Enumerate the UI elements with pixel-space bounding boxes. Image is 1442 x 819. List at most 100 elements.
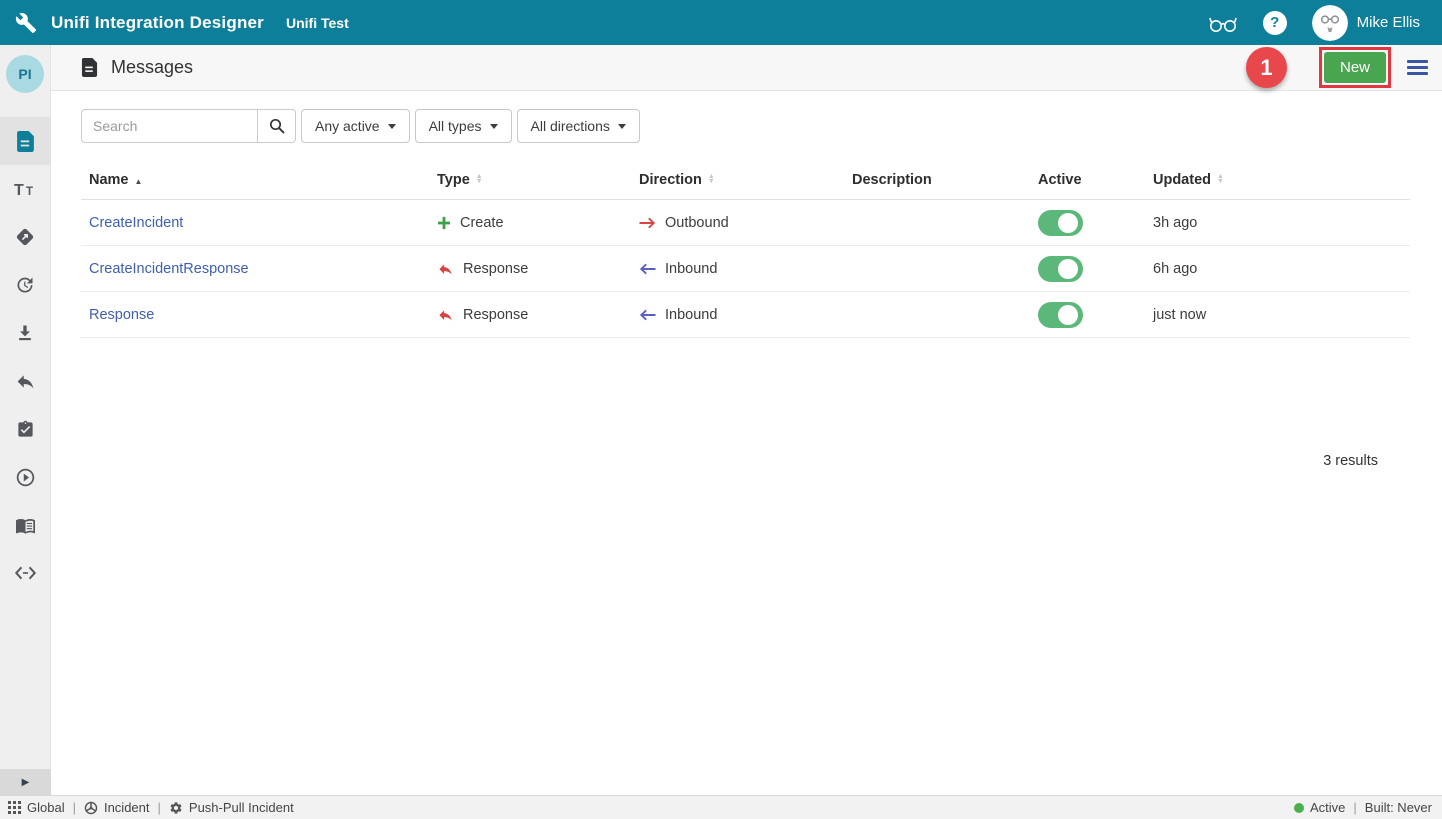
sidebar-item-tasks[interactable] (0, 405, 51, 453)
column-header-type[interactable]: Type (437, 172, 639, 188)
table-row: Response Response Inbound just now (81, 292, 1410, 338)
gear-icon (169, 801, 183, 815)
svg-text:T: T (14, 182, 24, 199)
filter-bar: Any active All types All directions (81, 109, 1442, 143)
search-button[interactable] (257, 109, 296, 143)
sidebar-collapse-button[interactable] (0, 769, 51, 795)
sidebar-item-history[interactable] (0, 261, 51, 309)
messages-table: Name Type Direction Description Active (81, 160, 1410, 469)
active-status-dot (1294, 803, 1304, 813)
sidebar-item-scripts[interactable] (0, 549, 51, 597)
message-name-link[interactable]: Response (89, 307, 154, 323)
scope-item[interactable]: Global (8, 800, 65, 815)
wheel-icon (84, 801, 98, 815)
play-circle-icon (15, 467, 36, 488)
download-icon (15, 323, 35, 343)
user-avatar[interactable] (1312, 5, 1348, 41)
separator (73, 800, 76, 815)
reply-icon (437, 261, 454, 276)
menu-icon[interactable] (1407, 58, 1428, 77)
sidebar: PI TT (0, 45, 51, 795)
page-title: Messages (111, 57, 193, 78)
annotation-step-badge: 1 (1246, 47, 1287, 88)
sidebar-item-responses[interactable] (0, 357, 51, 405)
integration-item[interactable]: Push-Pull Incident (169, 800, 294, 815)
workspace-name[interactable]: Unifi Test (286, 15, 349, 31)
glasses-icon[interactable] (1208, 12, 1238, 34)
sidebar-item-integration[interactable] (0, 213, 51, 261)
page-header: Messages 1 New (51, 45, 1442, 91)
message-name-link[interactable]: CreateIncident (89, 215, 183, 231)
table-body: CreateIncident Create Outbound 3h ago (81, 200, 1410, 338)
app-title: Unifi Integration Designer (51, 13, 264, 33)
table-row: CreateIncidentResponse Response Inbound … (81, 246, 1410, 292)
sidebar-item-messages[interactable] (0, 117, 51, 165)
column-header-active: Active (1038, 172, 1153, 188)
history-icon (15, 275, 35, 295)
chevron-down-icon (490, 124, 498, 129)
column-header-updated[interactable]: Updated (1153, 172, 1410, 188)
reply-icon (15, 371, 36, 392)
sort-icon (708, 175, 715, 183)
column-header-description: Description (852, 172, 1038, 188)
process-item[interactable]: Incident (84, 800, 150, 815)
active-filter-label: Any active (315, 118, 380, 134)
direction-label: Outbound (665, 215, 729, 231)
arrow-right-icon (639, 217, 656, 229)
sidebar-item-run[interactable] (0, 453, 51, 501)
plus-icon (437, 216, 451, 230)
status-bar: Global Incident Push-Pull Incident Activ… (0, 795, 1442, 819)
status-label: Active (1310, 800, 1345, 815)
active-toggle[interactable] (1038, 302, 1083, 328)
top-bar: Unifi Integration Designer Unifi Test ? … (0, 0, 1442, 45)
send-diamond-icon (14, 226, 36, 248)
built-label: Built: Never (1365, 800, 1432, 815)
results-count: 3 results (81, 453, 1378, 469)
new-button[interactable]: New (1324, 52, 1386, 83)
type-label: Response (463, 261, 528, 277)
table-header: Name Type Direction Description Active (81, 160, 1410, 200)
arrow-left-icon (639, 309, 656, 321)
type-label: Response (463, 307, 528, 323)
direction-filter-label: All directions (531, 118, 610, 134)
code-icon (14, 565, 37, 581)
sort-icon (476, 175, 483, 183)
reply-icon (437, 307, 454, 322)
separator (158, 800, 161, 815)
updated-cell: 3h ago (1153, 215, 1410, 231)
messages-doc-icon (81, 58, 98, 77)
type-filter-label: All types (429, 118, 482, 134)
direction-label: Inbound (665, 261, 717, 277)
integration-avatar[interactable]: PI (6, 55, 44, 93)
message-name-link[interactable]: CreateIncidentResponse (89, 261, 249, 277)
column-header-name[interactable]: Name (81, 172, 437, 188)
separator (1353, 800, 1356, 815)
sort-asc-icon (135, 172, 143, 188)
clipboard-check-icon (16, 420, 35, 439)
arrow-left-icon (639, 263, 656, 275)
annotation-highlight-box: New (1319, 47, 1391, 88)
text-format-icon: TT (13, 179, 37, 199)
help-icon[interactable]: ? (1263, 11, 1287, 35)
sort-icon (1217, 175, 1224, 183)
search-input[interactable] (81, 109, 257, 143)
book-icon (15, 516, 36, 535)
user-name[interactable]: Mike Ellis (1357, 14, 1420, 31)
grid-icon (8, 801, 21, 814)
type-label: Create (460, 215, 504, 231)
column-header-direction[interactable]: Direction (639, 172, 852, 188)
sidebar-item-fields[interactable]: TT (0, 165, 51, 213)
active-toggle[interactable] (1038, 210, 1083, 236)
search-icon (269, 118, 285, 134)
active-toggle[interactable] (1038, 256, 1083, 282)
table-row: CreateIncident Create Outbound 3h ago (81, 200, 1410, 246)
sidebar-item-import[interactable] (0, 309, 51, 357)
chevron-down-icon (388, 124, 396, 129)
sidebar-item-documentation[interactable] (0, 501, 51, 549)
wrench-icon (0, 12, 51, 34)
direction-filter-dropdown[interactable]: All directions (517, 109, 640, 143)
active-filter-dropdown[interactable]: Any active (301, 109, 410, 143)
type-filter-dropdown[interactable]: All types (415, 109, 512, 143)
document-icon (16, 131, 35, 152)
updated-cell: 6h ago (1153, 261, 1410, 277)
